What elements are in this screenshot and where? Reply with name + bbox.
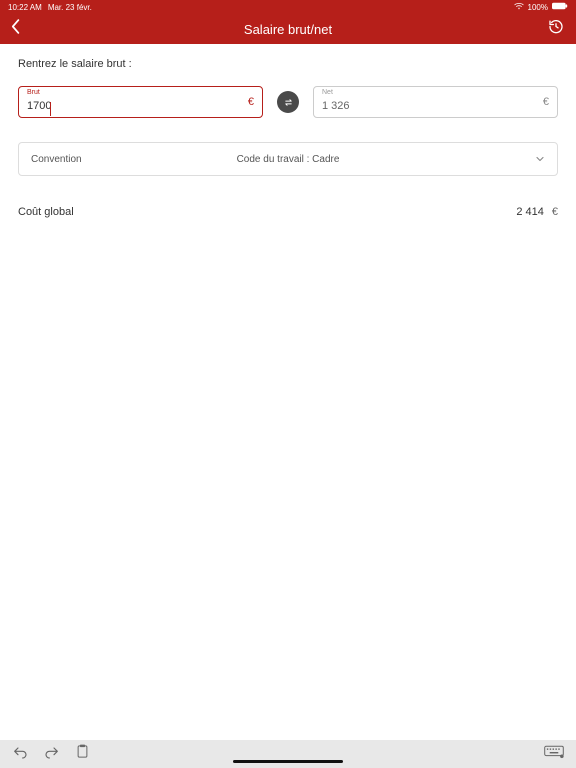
- nav-bar: Salaire brut/net: [0, 14, 576, 44]
- redo-button[interactable]: [44, 745, 60, 764]
- battery-percent: 100%: [528, 3, 548, 12]
- swap-button[interactable]: [277, 91, 299, 113]
- undo-button[interactable]: [12, 745, 28, 764]
- euro-icon: €: [248, 96, 254, 108]
- instruction-text: Rentrez le salaire brut :: [18, 58, 558, 70]
- status-bar: 10:22 AM Mar. 23 févr. 100%: [0, 0, 576, 14]
- brut-input[interactable]: 1700: [27, 92, 248, 113]
- history-button[interactable]: [548, 19, 564, 40]
- net-input[interactable]: 1 326: [322, 93, 543, 112]
- dropdown-label: Convention: [31, 154, 82, 165]
- page-title: Salaire brut/net: [244, 22, 332, 37]
- brut-field[interactable]: Brut 1700 €: [18, 86, 263, 118]
- battery-icon: [552, 2, 568, 12]
- keyboard-button[interactable]: [544, 745, 564, 764]
- convention-dropdown[interactable]: Convention Code du travail : Cadre: [18, 142, 558, 176]
- cost-label: Coût global: [18, 206, 74, 218]
- brut-label: Brut: [27, 89, 40, 96]
- euro-icon: €: [543, 96, 549, 108]
- net-label: Net: [322, 89, 333, 96]
- cost-row: Coût global 2 414 €: [18, 206, 558, 218]
- euro-icon: €: [552, 206, 558, 218]
- clipboard-button[interactable]: [76, 744, 89, 764]
- chevron-down-icon: [535, 154, 545, 165]
- dropdown-value: Code du travail : Cadre: [237, 154, 340, 165]
- bottom-toolbar: [0, 740, 576, 768]
- status-time: 10:22 AM: [8, 3, 42, 12]
- home-indicator[interactable]: [233, 760, 343, 763]
- cost-value: 2 414: [516, 206, 544, 218]
- back-button[interactable]: [10, 19, 22, 40]
- status-date: Mar. 23 févr.: [48, 3, 92, 12]
- net-field[interactable]: Net 1 326 €: [313, 86, 558, 118]
- wifi-icon: [514, 2, 524, 12]
